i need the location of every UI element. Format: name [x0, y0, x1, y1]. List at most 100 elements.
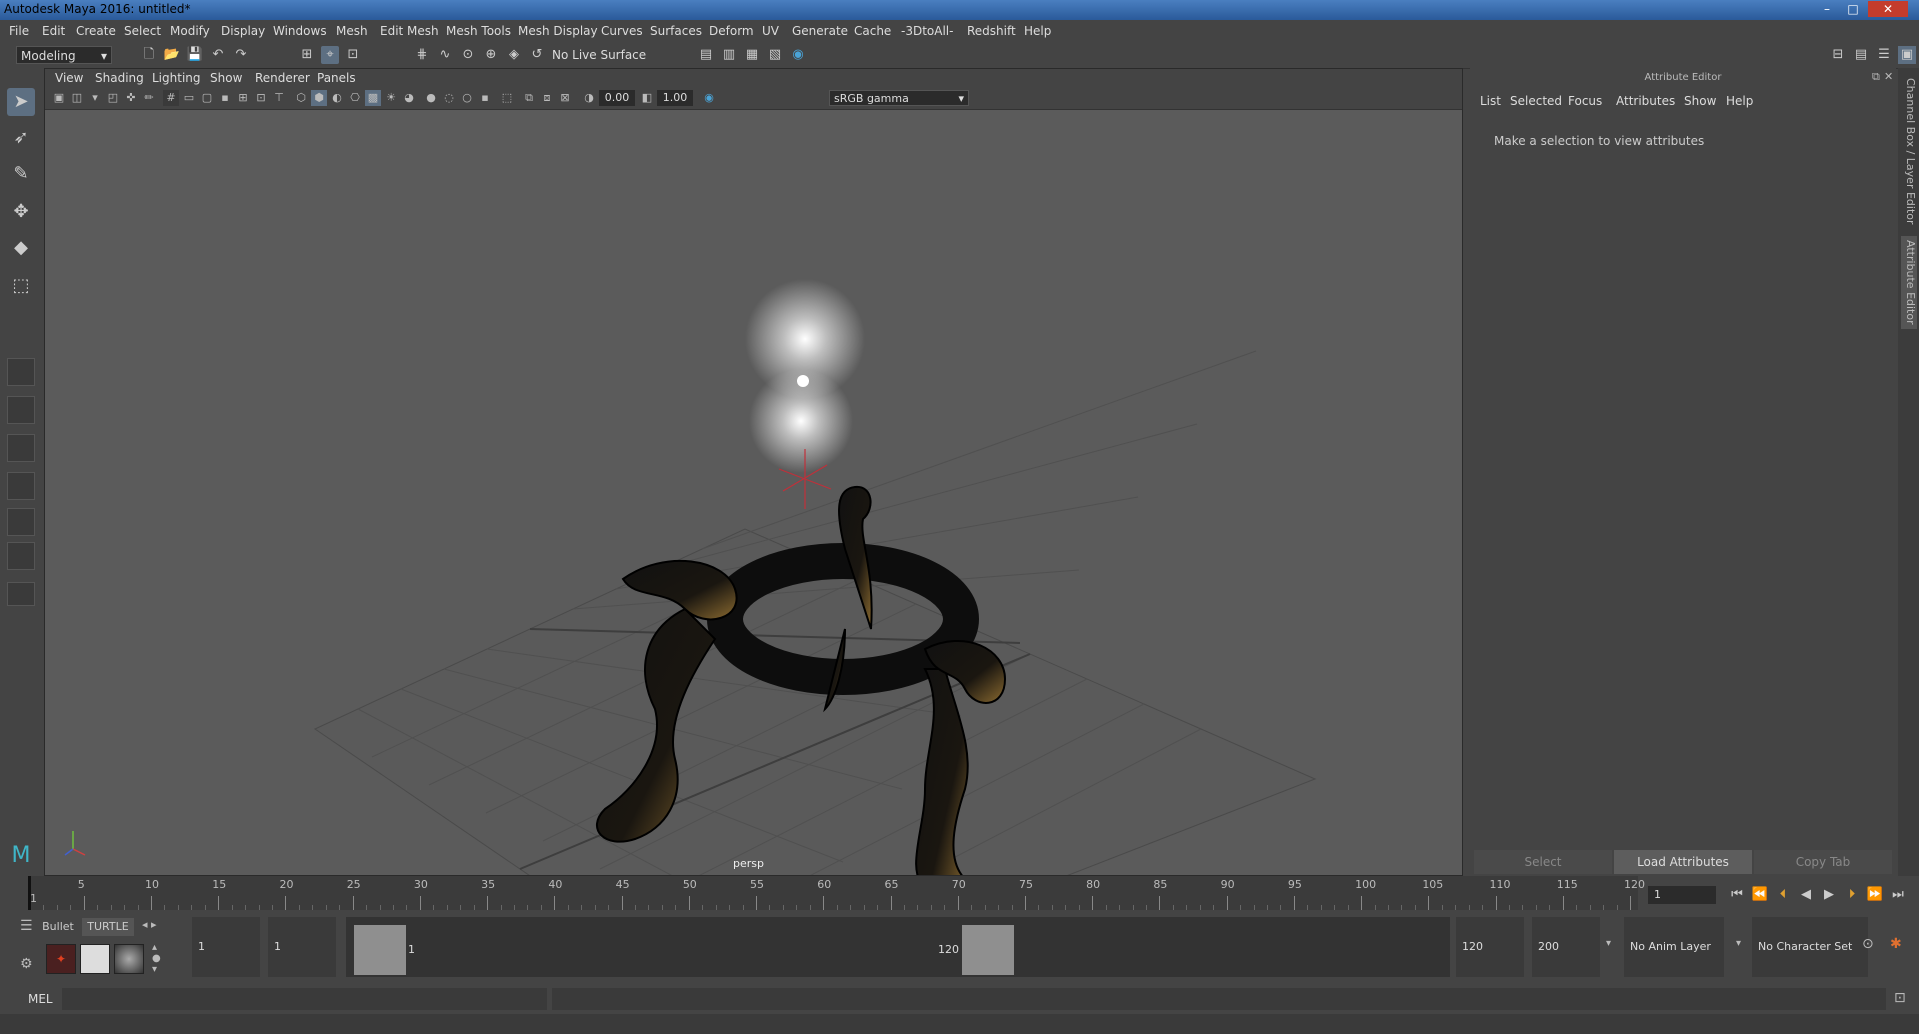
float-panel-icon[interactable]: ⧉	[1872, 70, 1880, 84]
film-gate-icon[interactable]: ▭	[181, 90, 197, 106]
menu-edit-mesh[interactable]: Edit Mesh	[380, 24, 439, 38]
snap-surface-icon[interactable]: ◈	[505, 46, 523, 64]
menu-surfaces[interactable]: Surfaces	[650, 24, 702, 38]
bookmark-icon[interactable]: ▾	[87, 90, 103, 106]
panel-menu-panels[interactable]: Panels	[317, 71, 356, 85]
step-back-key-icon[interactable]: ⏪	[1751, 886, 1769, 904]
copy-tab-button[interactable]: Copy Tab	[1754, 850, 1892, 874]
exposure-field[interactable]: 0.00	[599, 90, 635, 106]
save-scene-icon[interactable]: 💾	[186, 46, 204, 64]
panel-menu-shading[interactable]: Shading	[95, 71, 144, 85]
anim-layer-dropdown[interactable]: No Anim Layer	[1624, 917, 1724, 977]
menu-mesh-display[interactable]: Mesh Display	[518, 24, 598, 38]
custom-layout-icon[interactable]	[7, 582, 35, 606]
menu-windows[interactable]: Windows	[273, 24, 327, 38]
gamma-icon[interactable]: ◧	[639, 90, 655, 106]
xray-components-icon[interactable]: ⊠	[557, 90, 573, 106]
snap-pivot-icon[interactable]: ↺	[528, 46, 546, 64]
play-backward-icon[interactable]: ◀	[1797, 886, 1815, 904]
menu-create[interactable]: Create	[76, 24, 116, 38]
attr-menu-help[interactable]: Help	[1726, 94, 1753, 108]
select-hierarchy-icon[interactable]: ⊞	[298, 46, 316, 64]
camera-attributes-icon[interactable]: ◫	[69, 90, 85, 106]
field-chart-icon[interactable]: ⊞	[235, 90, 251, 106]
safe-action-icon[interactable]: ⊡	[253, 90, 269, 106]
gamma-field[interactable]: 1.00	[657, 90, 693, 106]
shelf-tab-bullet[interactable]: Bullet	[38, 918, 78, 936]
snap-curve-icon[interactable]: ∿	[436, 46, 454, 64]
xray-icon[interactable]: ⧉	[521, 90, 537, 106]
rotate-tool-icon[interactable]: ◆	[7, 234, 35, 262]
menu-redshift[interactable]: Redshift	[967, 24, 1016, 38]
use-all-lights-icon[interactable]: ☀	[383, 90, 399, 106]
mel-label[interactable]: MEL	[28, 992, 53, 1006]
attr-menu-show[interactable]: Show	[1684, 94, 1716, 108]
menu-uv[interactable]: UV	[762, 24, 779, 38]
attr-menu-selected[interactable]: Selected	[1510, 94, 1562, 108]
go-to-start-icon[interactable]: ⏮	[1728, 886, 1746, 904]
outliner-toggle-icon[interactable]: ▤	[1852, 46, 1870, 64]
safe-title-icon[interactable]: ⊤	[271, 90, 287, 106]
menu-mesh[interactable]: Mesh	[336, 24, 368, 38]
menu-cache[interactable]: Cache	[854, 24, 891, 38]
select-tool-icon[interactable]: ➤	[7, 88, 35, 116]
select-object-icon[interactable]: ⌖	[321, 46, 339, 64]
persp-hypershade-layout-icon[interactable]	[7, 508, 35, 536]
auto-key-icon[interactable]: ⊙	[1862, 936, 1874, 952]
shelf-tab-turtle[interactable]: TURTLE	[82, 918, 134, 936]
panel-menu-view[interactable]: View	[55, 71, 83, 85]
motion-blur-icon[interactable]: ◌	[441, 90, 457, 106]
ipr-render-icon[interactable]: ▧	[766, 46, 784, 64]
menu-curves[interactable]: Curves	[601, 24, 643, 38]
range-slider[interactable]: 1 120	[346, 917, 1450, 977]
redshift-render-icon[interactable]: ✦	[46, 944, 76, 974]
persp-graph-layout-icon[interactable]	[7, 472, 35, 500]
channel-box-toggle-icon[interactable]: ☰	[1875, 46, 1893, 64]
step-forward-key-icon[interactable]: ⏩	[1866, 886, 1884, 904]
new-scene-icon[interactable]: 🗋	[140, 46, 158, 64]
current-time-indicator[interactable]	[28, 876, 31, 910]
render-frame-icon[interactable]: ▦	[743, 46, 761, 64]
step-back-frame-icon[interactable]: ⏴	[1774, 886, 1792, 904]
attr-menu-focus[interactable]: Focus	[1568, 94, 1602, 108]
shelf-menu-icon[interactable]: ☰	[20, 918, 33, 934]
select-component-icon[interactable]: ⊡	[344, 46, 362, 64]
go-to-end-icon[interactable]: ⏭	[1889, 886, 1907, 904]
menu-help[interactable]: Help	[1024, 24, 1051, 38]
menu-deform[interactable]: Deform	[709, 24, 754, 38]
select-button[interactable]: Select	[1474, 850, 1612, 874]
workspace-icon[interactable]: ⊟	[1829, 46, 1847, 64]
menu-set-dropdown[interactable]: Modeling ▾	[16, 46, 112, 64]
2d-pan-zoom-icon[interactable]: ✜	[123, 90, 139, 106]
chevron-down-icon[interactable]: ▾	[1606, 938, 1611, 949]
shadows-icon[interactable]: ◕	[401, 90, 417, 106]
playback-start-field[interactable]: 1	[268, 917, 336, 977]
xray-joints-icon[interactable]: ⧈	[539, 90, 555, 106]
render-view-icon[interactable]: ▥	[720, 46, 738, 64]
paint-select-icon[interactable]: ✎	[7, 160, 35, 188]
material-icon[interactable]	[80, 944, 110, 974]
close-panel-icon[interactable]: ✕	[1884, 70, 1893, 83]
play-forward-icon[interactable]: ▶	[1820, 886, 1838, 904]
panel-menu-renderer[interactable]: Renderer	[255, 71, 310, 85]
exposure-icon[interactable]: ◑	[581, 90, 597, 106]
textured-icon[interactable]: ▩	[365, 90, 381, 106]
command-input[interactable]	[62, 988, 547, 1010]
attribute-editor-toggle-icon[interactable]: ▣	[1898, 46, 1916, 64]
depth-of-field-icon[interactable]: ▪	[477, 90, 493, 106]
redo-icon[interactable]: ↷	[232, 46, 250, 64]
anti-aliasing-icon[interactable]: ○	[459, 90, 475, 106]
move-tool-icon[interactable]: ✥	[7, 198, 35, 226]
menu-select[interactable]: Select	[124, 24, 161, 38]
viewport-panel[interactable]: View Shading Lighting Show Renderer Pane…	[44, 68, 1463, 876]
shelf-settings-icon[interactable]: ⚙	[20, 956, 33, 972]
menu-file[interactable]: File	[9, 24, 29, 38]
animation-prefs-icon[interactable]: ✱	[1890, 936, 1902, 952]
view-transform-dropdown[interactable]: sRGB gamma ▾	[829, 90, 969, 106]
attr-menu-list[interactable]: List	[1480, 94, 1501, 108]
lasso-tool-icon[interactable]: ➶	[7, 124, 35, 152]
smooth-shade-icon[interactable]: ⬢	[311, 90, 327, 106]
menu-3dtoall[interactable]: -3DtoAll-	[901, 24, 953, 38]
menu-generate[interactable]: Generate	[792, 24, 848, 38]
persp-uv-layout-icon[interactable]	[7, 542, 35, 570]
